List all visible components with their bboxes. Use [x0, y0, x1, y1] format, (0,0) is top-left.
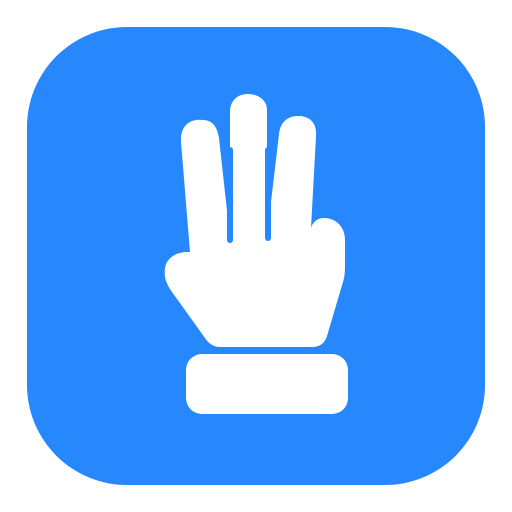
hand-palm-shape [164, 94, 345, 347]
wrist-cuff-shape [186, 354, 348, 414]
three-fingers-hand-icon [164, 94, 348, 414]
icon-canvas [0, 0, 512, 512]
